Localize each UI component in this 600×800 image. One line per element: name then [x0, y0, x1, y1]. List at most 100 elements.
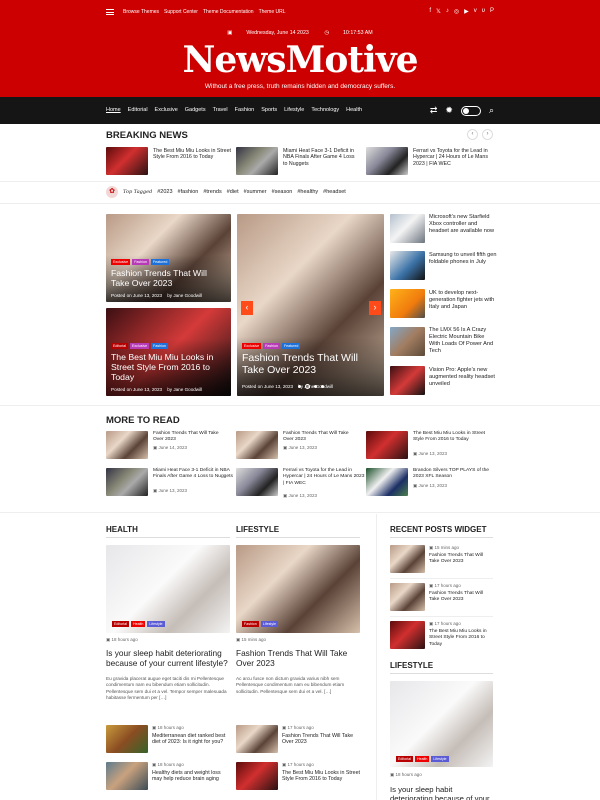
tag-link[interactable]: #fashion: [178, 189, 199, 195]
nav-technology[interactable]: Technology: [311, 107, 339, 113]
recent-post-thumbnail[interactable]: [390, 621, 425, 649]
lifestyle-featured-image[interactable]: [236, 545, 360, 633]
more-title[interactable]: The Best Miu Miu Looks in Street Style F…: [413, 431, 491, 444]
more-thumbnail[interactable]: [236, 468, 278, 496]
hero-slider-title[interactable]: Fashion Trends That Will Take Over 2023: [242, 352, 379, 376]
category-label[interactable]: Health: [130, 621, 146, 627]
category-label[interactable]: Fashion: [151, 343, 168, 349]
vimeo-icon[interactable]: v: [474, 8, 477, 15]
nav-gadgets[interactable]: Gadgets: [185, 107, 206, 113]
tag-link[interactable]: #summer: [244, 189, 267, 195]
more-title[interactable]: Miami Heat Face 3-1 Deficit in NBA Final…: [153, 468, 233, 481]
health-featured-image[interactable]: [106, 545, 230, 633]
category-label[interactable]: Health: [414, 756, 430, 762]
site-logo[interactable]: NewsMotive: [0, 39, 600, 81]
breaking-news-item[interactable]: Miami Heat Face 3-1 Deficit in NBA Final…: [283, 148, 359, 167]
more-thumbnail[interactable]: [366, 468, 408, 496]
slider-dot[interactable]: [321, 385, 324, 388]
category-label[interactable]: Fashion: [263, 343, 280, 349]
side-news-title[interactable]: The LMX 56 Is A Crazy Electric Mountain …: [429, 327, 497, 355]
tag-link[interactable]: #healthy: [297, 189, 318, 195]
category-label[interactable]: Exclusive: [111, 259, 131, 265]
health-list-thumbnail[interactable]: [106, 725, 148, 753]
category-label[interactable]: Exclusive: [242, 343, 262, 349]
youtube-icon[interactable]: ▶: [464, 8, 469, 15]
top-link-browse-themes[interactable]: Browse Themes: [123, 9, 159, 15]
category-label[interactable]: Featured: [150, 259, 170, 265]
side-news-thumbnail[interactable]: [390, 214, 425, 243]
hero-card[interactable]: Editorial Exclusive Fashion The Best Miu…: [106, 308, 231, 396]
previous-icon[interactable]: ‹: [467, 129, 478, 140]
top-link-theme-url[interactable]: Theme URL: [259, 9, 286, 15]
menu-icon[interactable]: [106, 9, 114, 15]
category-label[interactable]: Editorial: [396, 756, 413, 762]
sidebar-lifestyle-headline[interactable]: Is your sleep habit deteriorating becaus…: [390, 785, 493, 800]
health-list-title[interactable]: Mediterranean diet ranked best diet of 2…: [152, 733, 230, 746]
nav-travel[interactable]: Travel: [213, 107, 228, 113]
side-news-thumbnail[interactable]: [390, 327, 425, 356]
side-news-title[interactable]: Samsung to unveil fifth gen foldable pho…: [429, 252, 497, 266]
more-title[interactable]: Fashion Trends That Will Take Over 2023: [153, 431, 229, 444]
more-title[interactable]: Brandon Silvers TOP PLAYS of the 2023 XF…: [413, 468, 491, 481]
nav-sports[interactable]: Sports: [261, 107, 277, 113]
side-news-title[interactable]: Vision Pro: Apple’s new augmented realit…: [429, 367, 497, 388]
hero-card-title[interactable]: The Best Miu Miu Looks in Street Style F…: [111, 352, 226, 382]
side-news-thumbnail[interactable]: [390, 366, 425, 395]
instagram-icon[interactable]: ◎: [454, 8, 459, 15]
pinterest-icon[interactable]: P: [490, 8, 494, 15]
more-thumbnail[interactable]: [366, 431, 408, 459]
slider-next-icon[interactable]: ›: [369, 301, 381, 315]
slider-prev-icon[interactable]: ‹: [241, 301, 253, 315]
lifestyle-list-title[interactable]: Fashion Trends That Will Take Over 2023: [282, 733, 360, 746]
lifestyle-list-thumbnail[interactable]: [236, 725, 278, 753]
category-label[interactable]: Lifestyle: [260, 621, 278, 627]
breaking-news-item[interactable]: The Best Miu Miu Looks in Street Style F…: [153, 148, 233, 161]
recent-post-thumbnail[interactable]: [390, 545, 425, 573]
tag-link[interactable]: #headset: [323, 189, 346, 195]
slider-dot[interactable]: [314, 385, 317, 388]
top-link-support-center[interactable]: Support Center: [164, 9, 198, 15]
slider-dot-active[interactable]: [305, 384, 310, 389]
breaking-news-thumbnail[interactable]: [106, 147, 148, 175]
next-icon[interactable]: ›: [482, 129, 493, 140]
hero-card[interactable]: Exclusive Fashion Featured Fashion Trend…: [106, 214, 231, 302]
more-thumbnail[interactable]: [236, 431, 278, 459]
more-title[interactable]: Fashion Trends That Will Take Over 2023: [283, 431, 359, 444]
health-headline[interactable]: Is your sleep habit deteriorating becaus…: [106, 648, 230, 669]
category-label[interactable]: Exclusive: [129, 343, 150, 349]
breaking-news-thumbnail[interactable]: [366, 147, 408, 175]
nav-fashion[interactable]: Fashion: [235, 107, 255, 113]
category-label[interactable]: Featured: [281, 343, 301, 349]
nav-health[interactable]: Health: [346, 107, 362, 113]
health-list-thumbnail[interactable]: [106, 762, 148, 790]
shuffle-icon[interactable]: ⇄: [430, 105, 438, 116]
category-label[interactable]: Editorial: [111, 343, 128, 349]
recent-post-title[interactable]: Fashion Trends That Will Take Over 2023: [429, 591, 493, 604]
side-news-thumbnail[interactable]: [390, 251, 425, 280]
twitter-icon[interactable]: 𝕏: [436, 8, 441, 15]
nav-editorial[interactable]: Editorial: [128, 107, 148, 113]
tag-link[interactable]: #diet: [227, 189, 239, 195]
more-thumbnail[interactable]: [106, 431, 148, 459]
tag-link[interactable]: #trends: [203, 189, 221, 195]
category-label[interactable]: Lifestyle: [147, 621, 165, 627]
search-icon[interactable]: ⌕: [489, 105, 494, 116]
nav-home[interactable]: Home: [106, 107, 121, 113]
lifestyle-headline[interactable]: Fashion Trends That Will Take Over 2023: [236, 648, 360, 669]
nav-lifestyle[interactable]: Lifestyle: [284, 107, 304, 113]
vk-icon[interactable]: ʋ: [482, 8, 485, 15]
recent-post-title[interactable]: The Best Miu Miu Looks in Street Style F…: [429, 629, 493, 648]
category-label[interactable]: Fashion: [132, 259, 149, 265]
hero-card-title[interactable]: Fashion Trends That Will Take Over 2023: [111, 268, 226, 288]
breaking-news-thumbnail[interactable]: [236, 147, 278, 175]
more-thumbnail[interactable]: [106, 468, 148, 496]
tag-link[interactable]: #season: [272, 189, 293, 195]
facebook-icon[interactable]: f: [429, 8, 431, 15]
breaking-news-item[interactable]: Ferrari vs Toyota for the Lead in Hyperc…: [413, 148, 493, 167]
category-label[interactable]: Editorial: [112, 621, 129, 627]
side-news-title[interactable]: Microsoft’s new Starfield Xbox controlle…: [429, 214, 497, 235]
lifestyle-list-thumbnail[interactable]: [236, 762, 278, 790]
nav-exclusive[interactable]: Exclusive: [155, 107, 178, 113]
category-label[interactable]: Fashion: [242, 621, 259, 627]
lifestyle-list-title[interactable]: The Best Miu Miu Looks in Street Style F…: [282, 770, 360, 783]
